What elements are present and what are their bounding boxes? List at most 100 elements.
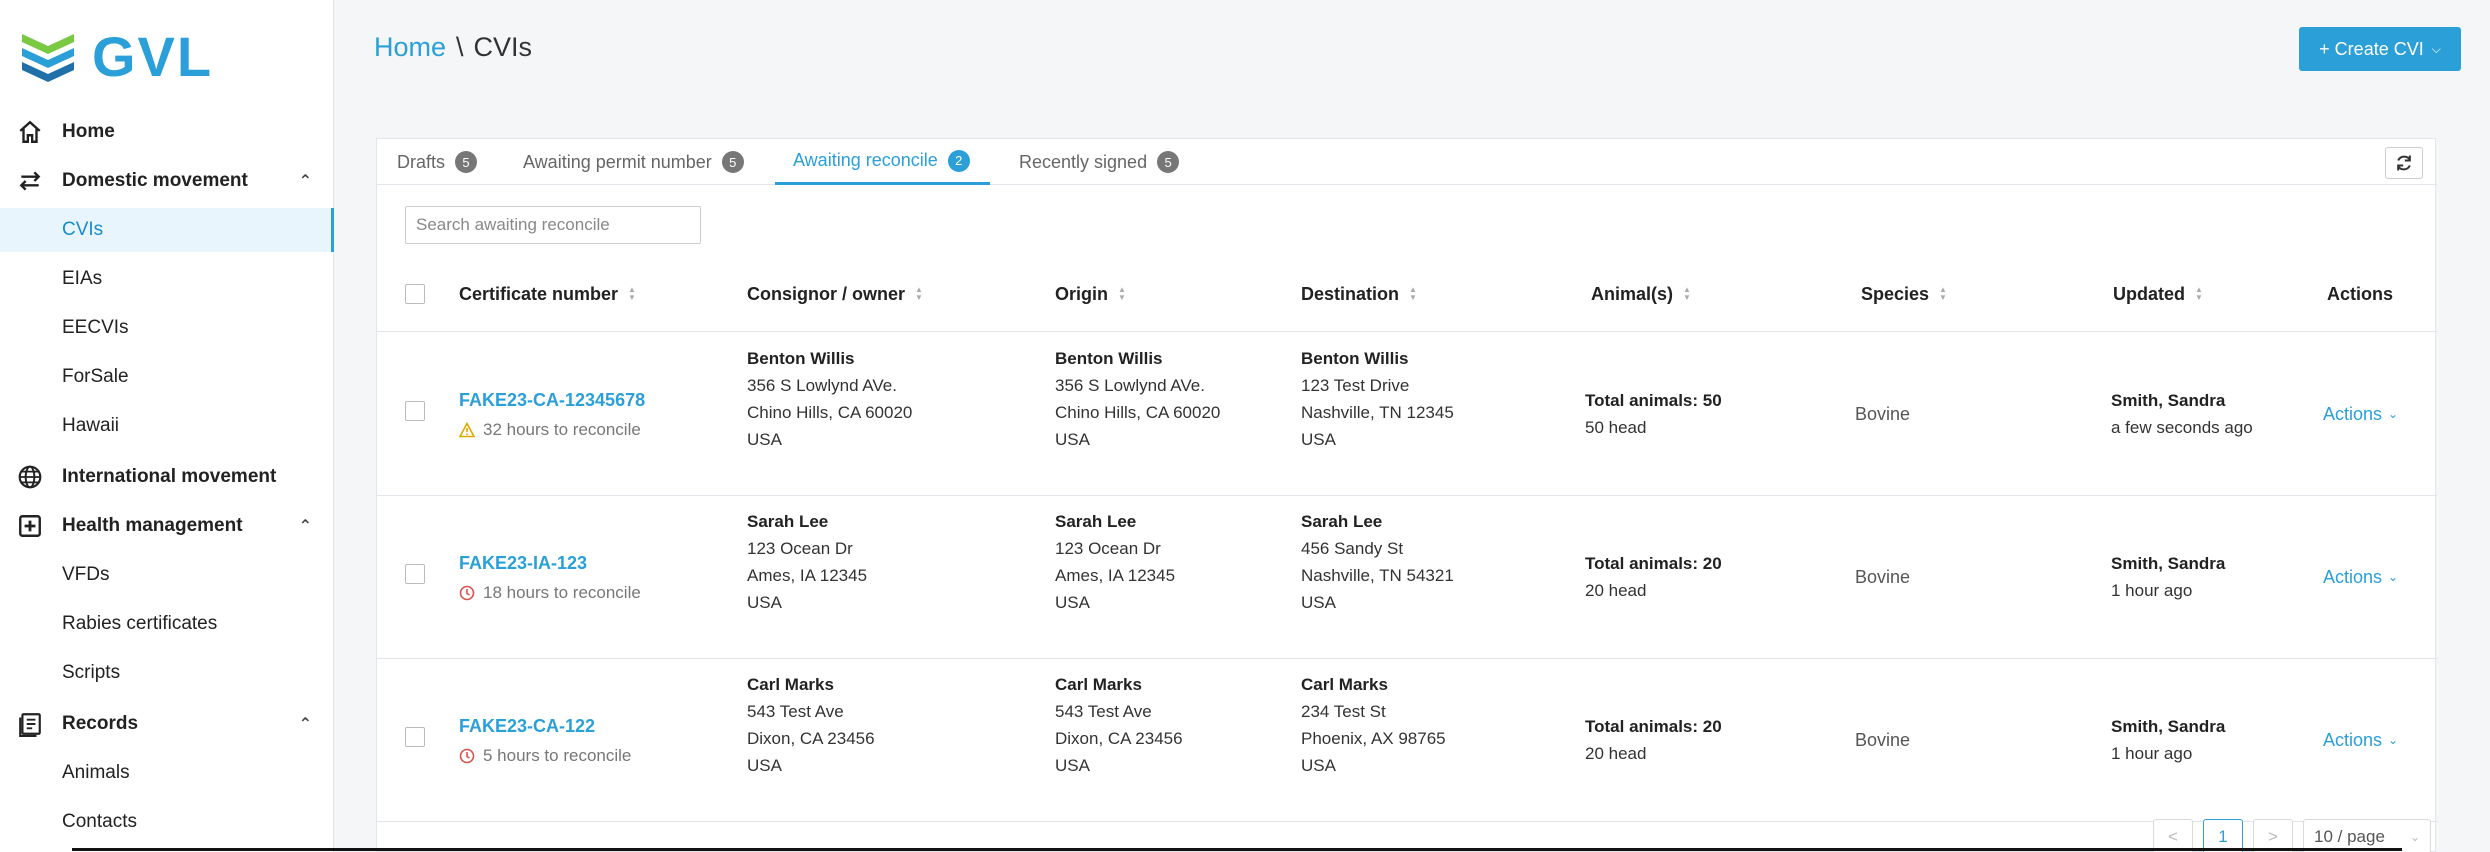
address-country: USA bbox=[747, 593, 782, 612]
address-line: Ames, IA 12345 bbox=[747, 566, 868, 585]
column-header-updated[interactable]: Updated ▲ ▼ bbox=[2113, 256, 2203, 332]
sidebar-item-label: Contacts bbox=[62, 811, 137, 832]
tab-count-badge: 5 bbox=[455, 151, 478, 173]
tab-label: Awaiting reconcile bbox=[793, 150, 938, 170]
column-header-certificate-number[interactable]: Certificate number ▲ ▼ bbox=[459, 256, 636, 332]
column-label: Animal(s) bbox=[1591, 283, 1674, 304]
tab-recently-signed[interactable]: Recently signed 5 bbox=[1019, 139, 1180, 185]
chevron-down-icon: ⌄ bbox=[2388, 407, 2399, 421]
certificate-link[interactable]: FAKE23-CA-12345678 bbox=[459, 387, 645, 414]
consignor-name: Sarah Lee bbox=[747, 512, 829, 531]
sidebar: GVL Home Domestic movement ⌃ CVIs EIAs E… bbox=[0, 0, 334, 852]
sidebar-item-cvis[interactable]: CVIs bbox=[0, 208, 334, 252]
destination-cell: Carl Marks 234 Test St Phoenix, AX 98765… bbox=[1301, 671, 1446, 779]
table-row: FAKE23-IA-123 18 hours to reconcile Sara… bbox=[377, 496, 2437, 659]
sidebar-item-domestic-movement[interactable]: Domestic movement ⌃ bbox=[0, 159, 334, 203]
species-cell: Bovine bbox=[1855, 567, 1911, 587]
sidebar-item-label: Hawaii bbox=[62, 415, 120, 436]
column-label: Destination bbox=[1301, 283, 1400, 304]
main-content: Drafts 5 Awaiting permit number 5 Awaiti… bbox=[334, 100, 2490, 852]
sidebar-item-hawaii[interactable]: Hawaii bbox=[0, 404, 334, 448]
actions-dropdown[interactable]: Actions ⌄ bbox=[2323, 727, 2398, 754]
records-icon bbox=[14, 711, 46, 737]
sidebar-item-label: Home bbox=[62, 121, 115, 142]
tab-awaiting-permit-number[interactable]: Awaiting permit number 5 bbox=[523, 139, 744, 185]
refresh-button[interactable] bbox=[2385, 147, 2423, 179]
sidebar-item-vfds[interactable]: VFDs bbox=[0, 553, 334, 597]
row-checkbox[interactable] bbox=[405, 564, 425, 584]
consignor-cell: Sarah Lee 123 Ocean Dr Ames, IA 12345 US… bbox=[747, 508, 867, 616]
actions-dropdown[interactable]: Actions ⌄ bbox=[2323, 401, 2398, 428]
tab-bar: Drafts 5 Awaiting permit number 5 Awaiti… bbox=[377, 139, 2437, 185]
sidebar-item-label: ForSale bbox=[62, 366, 129, 387]
sidebar-item-label: EECVIs bbox=[62, 317, 129, 338]
reconcile-text: 5 hours to reconcile bbox=[483, 746, 632, 765]
sidebar-item-home[interactable]: Home bbox=[0, 110, 334, 154]
sidebar-item-records[interactable]: Records ⌃ bbox=[0, 702, 334, 746]
animals-total: Total animals: 20 bbox=[1585, 554, 1722, 573]
logo[interactable]: GVL bbox=[20, 24, 213, 88]
column-label: Species bbox=[1861, 283, 1930, 304]
tab-label: Recently signed bbox=[1019, 151, 1148, 172]
column-header-species[interactable]: Species ▲ ▼ bbox=[1861, 256, 1947, 332]
chevron-down-icon: ⌵ bbox=[2431, 41, 2441, 56]
tab-awaiting-reconcile[interactable]: Awaiting reconcile 2 bbox=[775, 139, 990, 185]
tab-label: Awaiting permit number bbox=[523, 151, 712, 172]
chevron-up-icon: ⌃ bbox=[298, 173, 312, 190]
sidebar-item-international-movement[interactable]: International movement bbox=[0, 455, 334, 499]
create-cvi-button[interactable]: + Create CVI ⌵ bbox=[2299, 27, 2461, 71]
column-header-animals[interactable]: Animal(s) ▲ ▼ bbox=[1591, 256, 1691, 332]
row-checkbox[interactable] bbox=[405, 401, 425, 421]
sidebar-item-scripts[interactable]: Scripts bbox=[0, 651, 334, 695]
sidebar-item-rabies-certificates[interactable]: Rabies certificates bbox=[0, 602, 334, 646]
chevron-up-icon: ⌃ bbox=[298, 716, 312, 733]
updated-time: a few seconds ago bbox=[2111, 418, 2253, 437]
sort-icon: ▲ ▼ bbox=[1939, 285, 1947, 302]
sidebar-item-eias[interactable]: EIAs bbox=[0, 257, 334, 301]
chevron-down-icon: ⌄ bbox=[2388, 733, 2399, 747]
create-cvi-label: + Create CVI bbox=[2319, 38, 2424, 59]
certificate-link[interactable]: FAKE23-IA-123 bbox=[459, 550, 641, 577]
column-header-destination[interactable]: Destination ▲ ▼ bbox=[1301, 256, 1417, 332]
actions-label: Actions bbox=[2323, 404, 2383, 424]
address-country: USA bbox=[1055, 593, 1090, 612]
search-input[interactable] bbox=[405, 206, 701, 244]
destination-cell: Sarah Lee 456 Sandy St Nashville, TN 543… bbox=[1301, 508, 1454, 616]
destination-name: Benton Willis bbox=[1301, 349, 1409, 368]
breadcrumb-separator: \ bbox=[456, 32, 464, 62]
sidebar-item-eecvis[interactable]: EECVIs bbox=[0, 306, 334, 350]
breadcrumb-home-link[interactable]: Home bbox=[374, 32, 446, 63]
sidebar-item-animals[interactable]: Animals bbox=[0, 751, 334, 795]
row-checkbox[interactable] bbox=[405, 727, 425, 747]
updated-by: Smith, Sandra bbox=[2111, 554, 2226, 573]
tab-drafts[interactable]: Drafts 5 bbox=[397, 139, 478, 185]
animals-total: Total animals: 50 bbox=[1585, 391, 1722, 410]
address-country: USA bbox=[1301, 593, 1336, 612]
reconcile-status: 18 hours to reconcile bbox=[459, 579, 641, 606]
sidebar-item-label: EIAs bbox=[62, 268, 103, 289]
swap-arrows-icon bbox=[14, 168, 46, 194]
sidebar-item-contacts[interactable]: Contacts bbox=[0, 800, 334, 844]
sidebar-item-label: Domestic movement bbox=[62, 170, 248, 191]
sort-icon: ▲ ▼ bbox=[1118, 285, 1126, 302]
column-header-consignor[interactable]: Consignor / owner ▲ ▼ bbox=[747, 256, 923, 332]
address-line: Phoenix, AX 98765 bbox=[1301, 729, 1446, 748]
column-header-origin[interactable]: Origin ▲ ▼ bbox=[1055, 256, 1126, 332]
origin-name: Sarah Lee bbox=[1055, 512, 1137, 531]
actions-dropdown[interactable]: Actions ⌄ bbox=[2323, 564, 2398, 591]
select-all-checkbox[interactable] bbox=[405, 284, 425, 304]
certificate-link[interactable]: FAKE23-CA-122 bbox=[459, 713, 631, 740]
updated-cell: Smith, Sandra a few seconds ago bbox=[2111, 387, 2253, 441]
sidebar-item-health-management[interactable]: Health management ⌃ bbox=[0, 504, 334, 548]
cvi-card: Drafts 5 Awaiting permit number 5 Awaiti… bbox=[376, 138, 2437, 852]
address-line: Nashville, TN 12345 bbox=[1301, 403, 1454, 422]
sidebar-item-forsale[interactable]: ForSale bbox=[0, 355, 334, 399]
address-line: 234 Test St bbox=[1301, 702, 1386, 721]
address-country: USA bbox=[1055, 430, 1090, 449]
clock-alert-icon bbox=[459, 585, 475, 600]
actions-label: Actions bbox=[2323, 567, 2383, 587]
updated-by: Smith, Sandra bbox=[2111, 717, 2226, 736]
table-row: FAKE23-CA-12345678 32 hours to reconcile… bbox=[377, 333, 2437, 496]
species-cell: Bovine bbox=[1855, 730, 1911, 750]
species-cell: Bovine bbox=[1855, 404, 1911, 424]
